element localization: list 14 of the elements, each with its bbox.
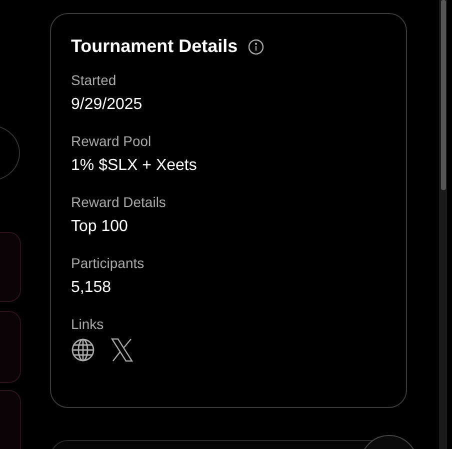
field-value: Top 100 (71, 218, 129, 236)
field-label: Links (71, 316, 105, 332)
globe-icon[interactable] (71, 338, 95, 362)
info-icon[interactable] (248, 38, 264, 54)
field-label: Reward Pool (71, 133, 152, 149)
field-value: 1% $SLX + Xeets (71, 157, 198, 175)
scrollbar[interactable] (439, 0, 447, 449)
field-label: Started (71, 72, 118, 88)
field-label: Participants (71, 255, 146, 271)
card-title: Tournament Details (71, 36, 238, 57)
x-logo-icon[interactable] (111, 338, 133, 362)
field-value: 9/29/2025 (71, 96, 144, 114)
field-label: Reward Details (71, 194, 167, 210)
field-value: 5,158 (71, 279, 112, 297)
